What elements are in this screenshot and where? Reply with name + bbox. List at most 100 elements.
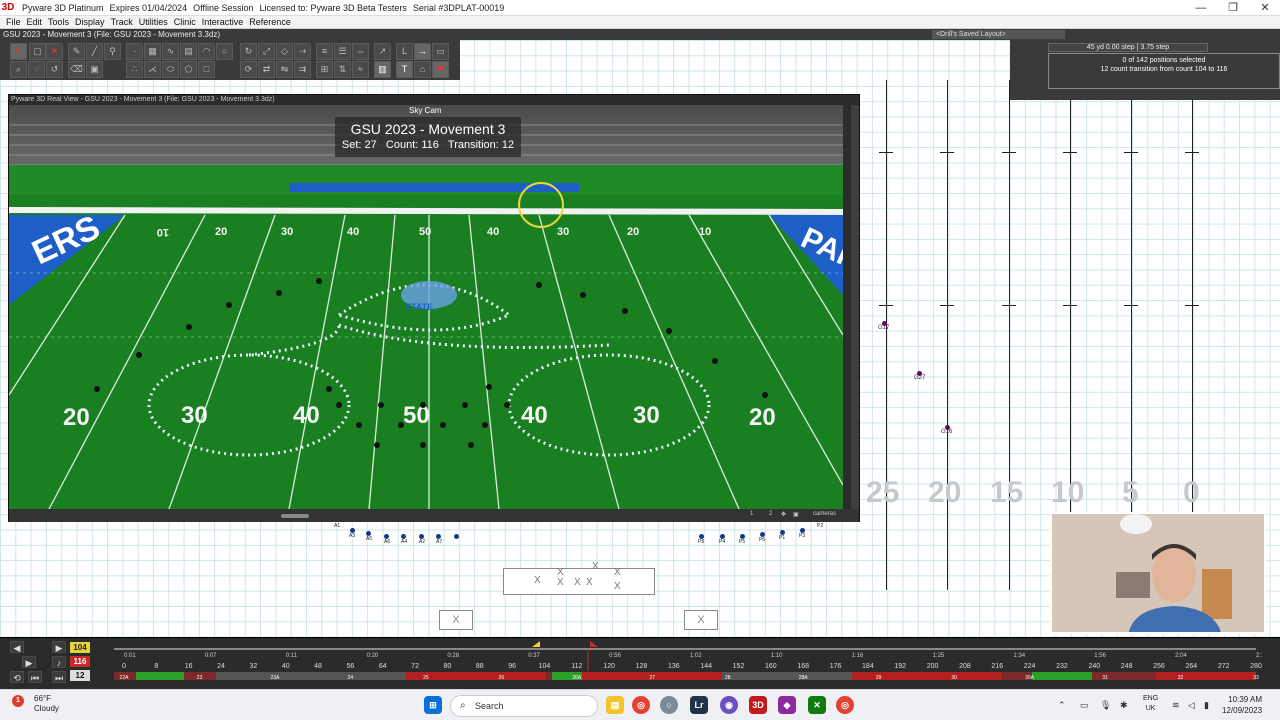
fan-tool-icon[interactable]: ⋌ [144, 61, 161, 78]
box-tool-icon[interactable]: □ [198, 61, 215, 78]
spin-tool-icon[interactable]: ⟳ [240, 61, 257, 78]
dot-tool-icon[interactable]: · [126, 43, 143, 60]
chrome-icon[interactable]: ◎ [632, 696, 650, 714]
window-icon[interactable]: ▭ [432, 43, 449, 60]
timeline-set-label[interactable]: 22A [120, 675, 130, 681]
curve-tool-icon[interactable]: ∿ [162, 43, 179, 60]
pin-icon[interactable]: ⚲ [104, 43, 121, 60]
maximize-button[interactable]: ❐ [1218, 0, 1248, 16]
step-back-icon[interactable]: ◀ [10, 641, 24, 653]
fullscreen-icon[interactable]: ▣ [793, 511, 799, 518]
grid-tool-icon[interactable]: ▦ [144, 43, 161, 60]
offset-tool-icon[interactable]: ⇉ [294, 61, 311, 78]
stretch-tool-icon[interactable]: ⇔ [352, 43, 369, 60]
chrome-icon-2[interactable]: ◎ [836, 696, 854, 714]
timeline-set-label[interactable]: 24 [348, 675, 354, 681]
transition-count[interactable]: 12 [70, 670, 90, 681]
loop-icon[interactable]: ⟲ [10, 671, 24, 683]
timeline-set-label[interactable]: 30 [951, 675, 957, 681]
oval-tool-icon[interactable]: ⬭ [162, 61, 179, 78]
battery-saver-icon[interactable]: ▭ [1080, 700, 1089, 711]
book-icon[interactable]: ▥ [374, 61, 391, 78]
text-tool-icon[interactable]: T [396, 61, 413, 78]
timeline-set-label[interactable]: 31 [1102, 675, 1108, 681]
end-count[interactable]: 116 [70, 656, 90, 667]
app-pink-icon[interactable]: ◆ [778, 696, 796, 714]
x-marker-box[interactable]: X [684, 610, 718, 630]
mirror-tool-icon[interactable]: ⇋ [276, 61, 293, 78]
minimize-button[interactable]: — [1186, 0, 1216, 16]
lightroom-icon[interactable]: Lr [690, 696, 708, 714]
freehand-icon[interactable]: ◌ [28, 61, 45, 78]
system-clock[interactable]: 10:39 AM 12/09/2023 [1222, 694, 1262, 716]
forward-icon[interactable]: ⏭ [52, 671, 66, 683]
start-count[interactable]: 104 [70, 642, 90, 653]
weather-alert-icon[interactable]: 1 [12, 695, 24, 707]
real-view-window[interactable]: Pyware 3D Real View - GSU 2023 - Movemen… [8, 94, 860, 522]
timeline-set-label[interactable]: 32 [1178, 675, 1184, 681]
file-explorer-icon[interactable]: ▤ [606, 696, 624, 714]
stadium-3d-view[interactable]: ERS PAI 10 20 30 40 50 40 30 20 10 20 30… [9, 105, 843, 509]
zoom-icon[interactable]: ⌕ [10, 61, 27, 78]
undo-icon[interactable]: ↺ [46, 61, 63, 78]
timeline-set-label[interactable]: 28 [725, 675, 731, 681]
play-icon[interactable]: ▶ [22, 656, 36, 668]
stack-tool-icon[interactable]: ⊞ [316, 61, 333, 78]
timeline-set-label[interactable]: 23 [197, 675, 203, 681]
lasso-icon[interactable]: ▢ [29, 43, 46, 60]
shift-tool-icon[interactable]: ⇄ [258, 61, 275, 78]
path-tool-icon[interactable]: ↗ [374, 43, 391, 60]
wifi-icon[interactable]: ≋ [1172, 700, 1180, 711]
rotate-tool-icon[interactable]: ↻ [240, 43, 257, 60]
home-icon[interactable]: ⌂ [414, 61, 431, 78]
arc-tool-icon[interactable]: ◠ [198, 43, 215, 60]
step-forward-icon[interactable]: ▶ [52, 641, 66, 653]
fill-icon[interactable]: ▣ [86, 61, 103, 78]
battery-icon[interactable]: ▮ [1204, 700, 1209, 711]
sort-tool-icon[interactable]: ⇅ [334, 61, 351, 78]
rewind-icon[interactable]: ⏮ [28, 671, 42, 683]
expand-tool-icon[interactable]: ⤢ [258, 43, 275, 60]
cameras-button[interactable]: cameras [813, 511, 836, 517]
eraser-icon[interactable]: ⌫ [68, 61, 85, 78]
real-view-scrollbar[interactable] [851, 105, 859, 509]
camera-move-icon[interactable]: ✥ [781, 511, 786, 518]
weather-widget[interactable]: 66°F Cloudy [34, 694, 59, 714]
menu-clinic[interactable]: Clinic [174, 17, 196, 27]
taskbar-search[interactable]: Search [450, 695, 598, 717]
wave-tool-icon[interactable]: ≈ [352, 61, 369, 78]
menu-edit[interactable]: Edit [27, 17, 43, 27]
view-page-2[interactable]: 2 [769, 511, 772, 517]
align-tool-icon[interactable]: ≡ [316, 43, 333, 60]
audio-icon[interactable]: ♪ [52, 656, 66, 668]
bluetooth-icon[interactable]: ✱ [1120, 700, 1128, 711]
circle-tool-icon[interactable]: ○ [216, 43, 233, 60]
close-button[interactable]: ✕ [1250, 0, 1280, 16]
pencil-icon[interactable]: ✎ [68, 43, 85, 60]
distribute-tool-icon[interactable]: ☰ [334, 43, 351, 60]
flag-icon[interactable]: ⚑ [432, 61, 449, 78]
timeline-set-label[interactable]: 23A [270, 675, 280, 681]
morph-tool-icon[interactable]: ◇ [276, 43, 293, 60]
horizontal-scroll-thumb[interactable] [281, 514, 309, 518]
volume-icon[interactable]: ◁ [1188, 700, 1195, 711]
pyware-taskbar-icon[interactable]: 3D [749, 696, 767, 714]
timeline-set-label[interactable]: 27 [649, 675, 655, 681]
app-purple-icon[interactable]: ◉ [720, 696, 738, 714]
menu-interactive[interactable]: Interactive [202, 17, 244, 27]
windows-start-icon[interactable]: ⊞ [424, 696, 442, 714]
menu-reference[interactable]: Reference [249, 17, 291, 27]
angle-tool-icon[interactable]: L [396, 43, 413, 60]
x-marker-box[interactable]: X [439, 610, 473, 630]
scatter-tool-icon[interactable]: ∴ [126, 61, 143, 78]
cortana-icon[interactable]: ○ [660, 696, 678, 714]
layout-select[interactable]: <Drill's Saved Layout> [932, 30, 1065, 39]
menu-display[interactable]: Display [75, 17, 105, 27]
menu-tools[interactable]: Tools [48, 17, 69, 27]
timeline-set-label[interactable]: 28A [799, 675, 809, 681]
menu-track[interactable]: Track [111, 17, 133, 27]
line-tool-icon[interactable]: ╱ [86, 43, 103, 60]
delete-icon[interactable]: ✕ [46, 43, 63, 60]
microphone-icon[interactable]: 🎙 [1100, 700, 1111, 711]
block-tool-icon[interactable]: ▤ [180, 43, 197, 60]
